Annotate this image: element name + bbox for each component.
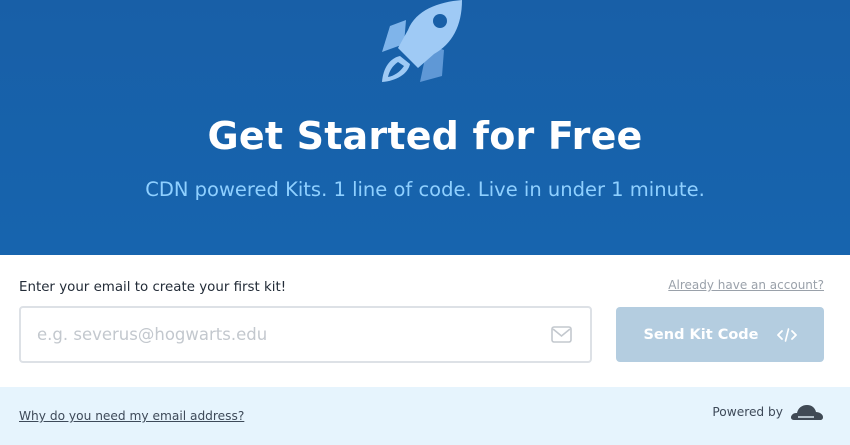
email-input[interactable] [21,308,590,361]
envelope-icon [551,326,572,343]
powered-by: Powered by [712,403,824,421]
powered-by-label: Powered by [712,405,783,419]
email-field-container [19,306,592,363]
code-icon [776,327,797,342]
send-kit-code-label: Send Kit Code [643,326,759,343]
hero-banner: Get Started for Free CDN powered Kits. 1… [0,0,850,255]
already-have-account-link[interactable]: Already have an account? [668,276,824,294]
signup-form: Enter your email to create your first ki… [0,255,850,387]
page-title: Get Started for Free [207,114,643,158]
footer-bar: Why do you need my email address? Powere… [0,387,850,445]
email-label: Enter your email to create your first ki… [19,280,287,295]
page-subtitle: CDN powered Kits. 1 line of code. Live i… [145,178,705,201]
why-email-link[interactable]: Why do you need my email address? [19,407,244,425]
send-kit-code-button[interactable]: Send Kit Code [616,307,824,362]
rocket-icon [382,0,462,82]
cloud-icon [790,405,823,420]
